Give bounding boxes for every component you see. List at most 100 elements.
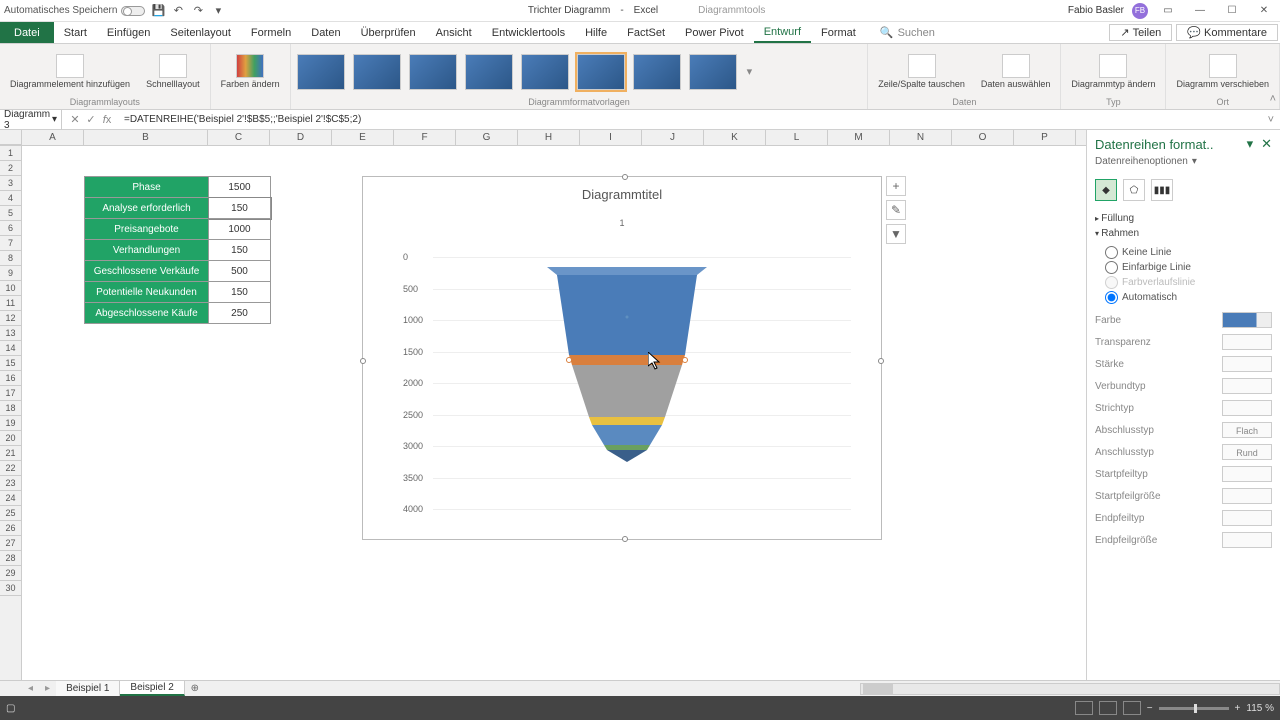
tab-factset[interactable]: FactSet (617, 22, 675, 43)
row-14[interactable]: 14 (0, 341, 21, 356)
sheet-nav-next-icon[interactable]: ▸ (39, 683, 56, 694)
cells-area[interactable]: Phase1500 Analyse erforderlich150 Preisa… (22, 146, 1086, 680)
row-4[interactable]: 4 (0, 191, 21, 206)
zoom-slider[interactable] (1159, 707, 1229, 710)
series-options-dropdown[interactable]: Datenreihenoptionen▾ (1095, 152, 1272, 175)
row-6[interactable]: 6 (0, 221, 21, 236)
cell-preis-val[interactable]: 1000 (209, 219, 271, 240)
sheet-tab-2[interactable]: Beispiel 2 (120, 681, 184, 696)
cell-analyse-label[interactable]: Analyse erforderlich (85, 198, 209, 219)
tab-powerpivot[interactable]: Power Pivot (675, 22, 754, 43)
row-12[interactable]: 12 (0, 311, 21, 326)
row-7[interactable]: 7 (0, 236, 21, 251)
cap-picker[interactable]: Flach (1222, 422, 1272, 438)
chart-style-7[interactable] (633, 54, 681, 90)
tab-design[interactable]: Entwurf (754, 22, 811, 43)
zoom-level[interactable]: 115 % (1246, 703, 1274, 714)
effects-tab-icon[interactable]: ⬠ (1123, 179, 1145, 201)
col-D[interactable]: D (270, 130, 332, 145)
transparency-input[interactable] (1222, 334, 1272, 350)
zoom-in-icon[interactable]: + (1235, 703, 1241, 714)
cell-verh-val[interactable]: 150 (209, 240, 271, 261)
row-5[interactable]: 5 (0, 206, 21, 221)
change-chart-type-button[interactable]: Diagrammtyp ändern (1065, 52, 1161, 92)
fill-line-tab-icon[interactable]: ◆ (1095, 179, 1117, 201)
row-8[interactable]: 8 (0, 251, 21, 266)
col-O[interactable]: O (952, 130, 1014, 145)
row-24[interactable]: 24 (0, 491, 21, 506)
cell-pot-label[interactable]: Potentielle Neukunden (85, 282, 209, 303)
arrow-begin-type[interactable] (1222, 466, 1272, 482)
row-9[interactable]: 9 (0, 266, 21, 281)
no-line-radio[interactable]: Keine Linie (1105, 245, 1272, 260)
col-M[interactable]: M (828, 130, 890, 145)
chart-style-1[interactable] (297, 54, 345, 90)
join-picker[interactable]: Rund (1222, 444, 1272, 460)
row-29[interactable]: 29 (0, 566, 21, 581)
undo-icon[interactable]: ↶ (171, 4, 185, 18)
pane-menu-icon[interactable]: ▾ (1247, 136, 1254, 152)
collapse-ribbon-icon[interactable]: ˄ (1270, 93, 1276, 105)
maximize-icon[interactable]: ☐ (1220, 2, 1244, 20)
record-macro-icon[interactable]: ▢ (6, 703, 15, 714)
cell-phase-label[interactable]: Phase (85, 177, 209, 198)
cell-analyse-val[interactable]: 150 (209, 198, 271, 219)
cell-abg-val[interactable]: 250 (209, 303, 271, 324)
enter-fx-icon[interactable]: ✓ (84, 113, 98, 126)
redo-icon[interactable]: ↷ (191, 4, 205, 18)
chart-elements-button[interactable]: + (886, 176, 906, 196)
chart-style-5[interactable] (521, 54, 569, 90)
quick-layout-button[interactable]: Schnelllayout (140, 52, 206, 92)
row-17[interactable]: 17 (0, 386, 21, 401)
row-22[interactable]: 22 (0, 461, 21, 476)
change-colors-button[interactable]: Farben ändern (215, 52, 286, 92)
row-25[interactable]: 25 (0, 506, 21, 521)
move-chart-button[interactable]: Diagramm verschieben (1170, 52, 1275, 92)
minimize-icon[interactable]: — (1188, 2, 1212, 20)
chart-style-4[interactable] (465, 54, 513, 90)
row-16[interactable]: 16 (0, 371, 21, 386)
col-J[interactable]: J (642, 130, 704, 145)
tab-review[interactable]: Überprüfen (351, 22, 426, 43)
arrow-end-type[interactable] (1222, 510, 1272, 526)
tab-view[interactable]: Ansicht (426, 22, 482, 43)
solid-line-radio[interactable]: Einfarbige Linie (1105, 260, 1272, 275)
col-A[interactable]: A (22, 130, 84, 145)
dash-picker[interactable] (1222, 400, 1272, 416)
tab-pagelayout[interactable]: Seitenlayout (160, 22, 241, 43)
chart-title[interactable]: Diagrammtitel (363, 177, 881, 202)
tab-help[interactable]: Hilfe (575, 22, 617, 43)
qat-more-icon[interactable]: ▾ (211, 4, 225, 18)
fill-section[interactable]: Füllung (1095, 211, 1272, 226)
border-section[interactable]: Rahmen (1095, 226, 1272, 241)
save-icon[interactable]: 💾 (151, 4, 165, 18)
row-18[interactable]: 18 (0, 401, 21, 416)
tab-formulas[interactable]: Formeln (241, 22, 301, 43)
sheet-nav-prev-icon[interactable]: ◂ (22, 683, 39, 694)
ribbon-display-icon[interactable]: ▭ (1156, 2, 1180, 20)
col-C[interactable]: C (208, 130, 270, 145)
col-G[interactable]: G (456, 130, 518, 145)
compound-picker[interactable] (1222, 378, 1272, 394)
row-21[interactable]: 21 (0, 446, 21, 461)
tab-file[interactable]: Datei (0, 22, 54, 43)
pane-close-icon[interactable]: ✕ (1261, 136, 1272, 152)
chart-plot-area[interactable]: 0 500 1000 1500 2000 2500 3000 3500 4000 (403, 257, 851, 509)
search-box[interactable]: 🔍 Suchen (872, 22, 943, 43)
row-26[interactable]: 26 (0, 521, 21, 536)
row-13[interactable]: 13 (0, 326, 21, 341)
col-N[interactable]: N (890, 130, 952, 145)
add-sheet-button[interactable]: ⊕ (185, 683, 205, 694)
arrow-begin-size[interactable] (1222, 488, 1272, 504)
funnel-shape[interactable] (537, 257, 717, 467)
chart-style-3[interactable] (409, 54, 457, 90)
tab-data[interactable]: Daten (301, 22, 350, 43)
chart-object[interactable]: Diagrammtitel 1 0 500 1000 1500 2000 250… (362, 176, 882, 540)
select-all-cell[interactable] (0, 130, 22, 145)
width-input[interactable] (1222, 356, 1272, 372)
cell-verh-label[interactable]: Verhandlungen (85, 240, 209, 261)
row-3[interactable]: 3 (0, 176, 21, 191)
fx-icon[interactable]: fx (100, 114, 114, 126)
sheet-tab-1[interactable]: Beispiel 1 (56, 681, 120, 696)
switch-row-col-button[interactable]: Zeile/Spalte tauschen (872, 52, 971, 92)
